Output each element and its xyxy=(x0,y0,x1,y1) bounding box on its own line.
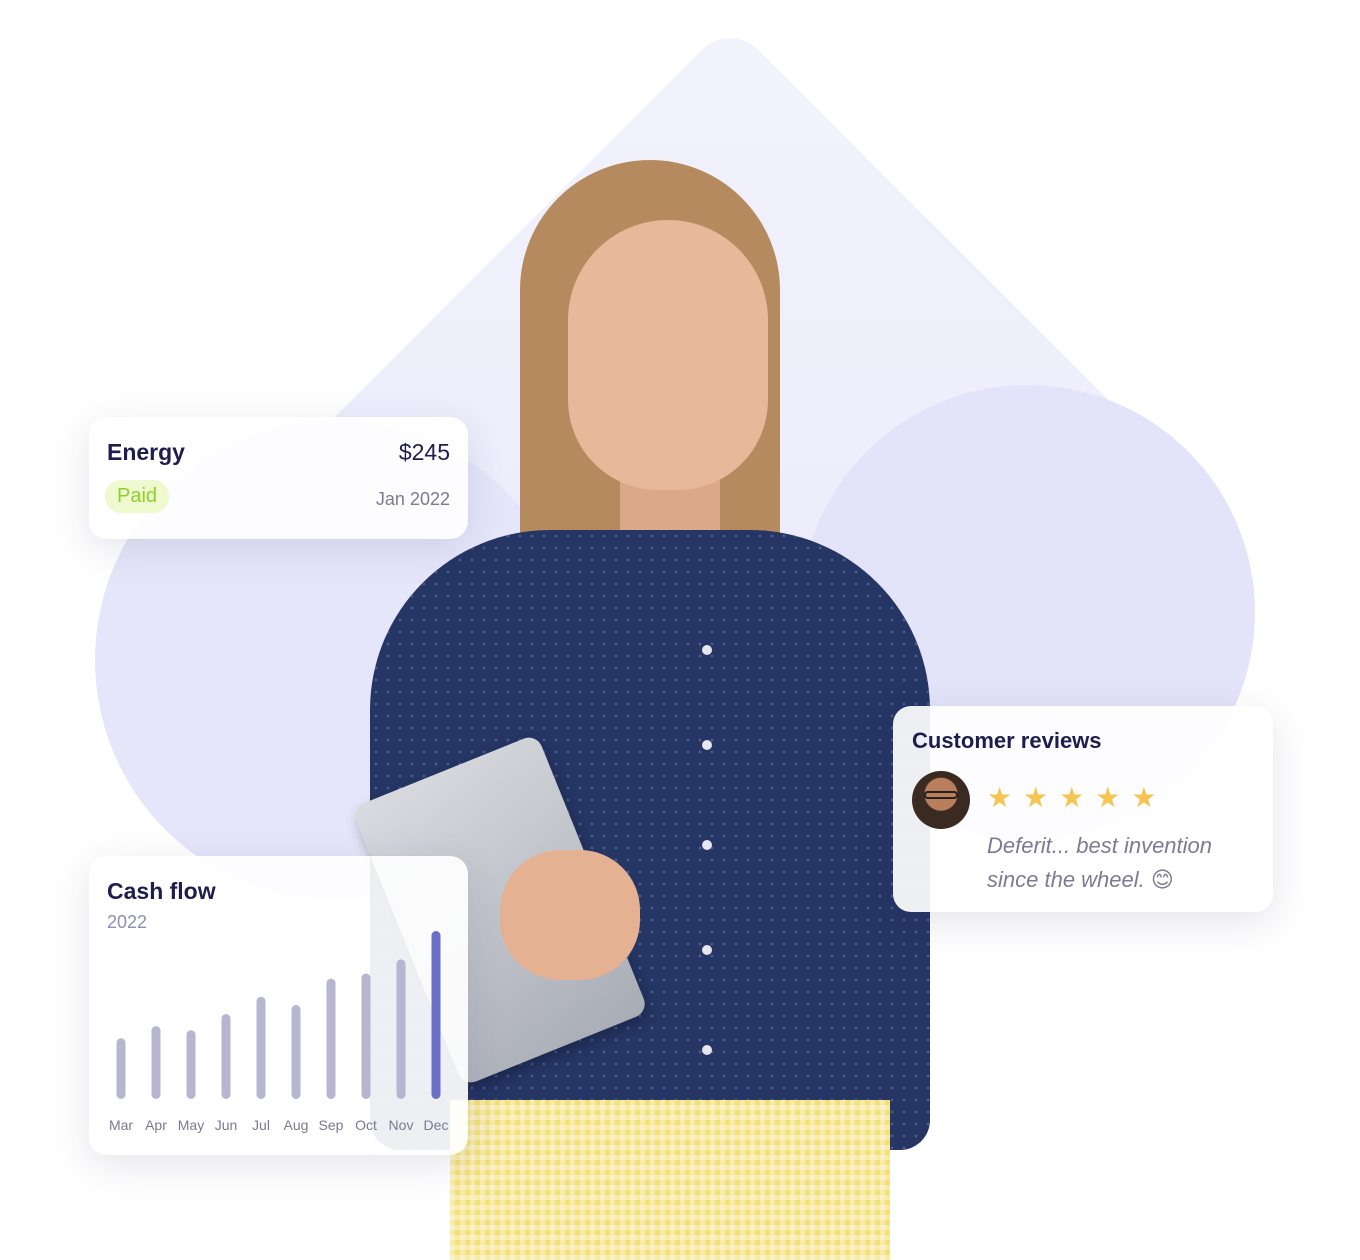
bar-oct xyxy=(361,973,371,1099)
bar-dec xyxy=(431,931,441,1099)
customer-reviews-card: Customer reviews ★★★★★ Deferit... best i… xyxy=(893,706,1273,912)
shirt-button xyxy=(702,1045,712,1055)
tick-label-dec: Dec xyxy=(424,1117,449,1133)
cash-flow-card: Cash flow 2022 Mar Apr May Jun Jul Aug Sep Oct N… xyxy=(89,856,468,1155)
bar-may xyxy=(186,1030,196,1099)
paid-status-badge: Paid xyxy=(105,480,170,513)
tick-label-aug: Aug xyxy=(284,1117,309,1133)
bar-jun xyxy=(221,1014,231,1099)
shirt-button xyxy=(702,945,712,955)
shirt-button xyxy=(702,840,712,850)
shirt-button xyxy=(702,740,712,750)
tick-label-nov: Nov xyxy=(389,1117,414,1133)
yellow-gingham-pants xyxy=(450,1100,890,1260)
reviewer-avatar xyxy=(912,771,970,829)
tick-label-may: May xyxy=(178,1117,204,1133)
bar-apr xyxy=(151,1026,161,1099)
star-rating: ★★★★★ xyxy=(987,782,1168,813)
glasses-icon xyxy=(924,791,958,799)
energy-amount: $245 xyxy=(398,439,450,465)
tick-label-apr: Apr xyxy=(145,1117,167,1133)
review-quote: Deferit... best invention since the whee… xyxy=(987,833,1213,892)
energy-bill-card: Energy $245 Paid Jan 2022 xyxy=(89,417,468,539)
bar-sep xyxy=(326,978,336,1099)
face xyxy=(568,220,768,490)
shirt-button xyxy=(702,645,712,655)
hand xyxy=(500,850,640,980)
energy-title: Energy xyxy=(107,439,185,465)
tick-label-oct: Oct xyxy=(355,1117,377,1133)
bar-nov xyxy=(396,959,406,1099)
reviews-title: Customer reviews xyxy=(912,728,1102,753)
tick-label-jul: Jul xyxy=(252,1117,270,1133)
tick-label-sep: Sep xyxy=(319,1117,344,1133)
tick-label-mar: Mar xyxy=(109,1117,133,1133)
tick-label-jun: Jun xyxy=(215,1117,238,1133)
bar-jul xyxy=(256,996,266,1099)
energy-date: Jan 2022 xyxy=(375,489,450,509)
bar-aug xyxy=(291,1004,301,1099)
bar-mar xyxy=(116,1038,126,1099)
cash-flow-bar-chart: Mar Apr May Jun Jul Aug Sep Oct Nov Dec xyxy=(109,931,449,1133)
